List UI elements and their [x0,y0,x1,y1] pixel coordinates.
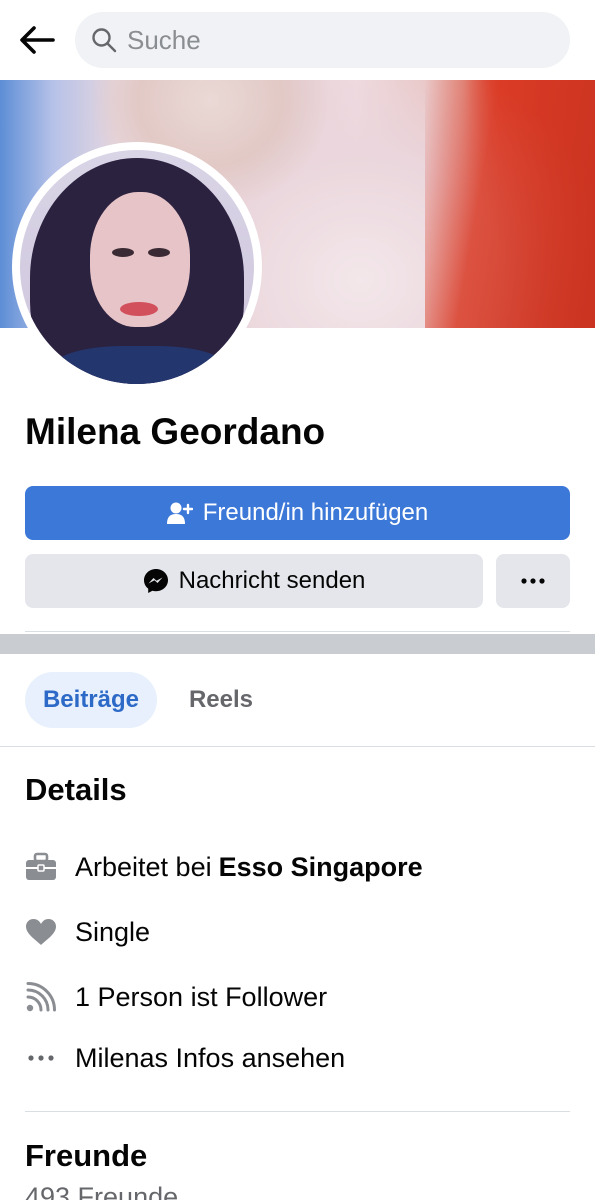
heart-icon [25,916,57,948]
friends-title: Freunde [25,1138,148,1173]
section-separator [0,634,595,654]
more-options-button[interactable] [496,554,570,608]
more-dots-icon [521,578,545,584]
divider [25,631,570,632]
tab-beitraege[interactable]: Beiträge [25,672,157,728]
work-prefix: Arbeitet bei [75,851,212,882]
profile-avatar[interactable] [20,150,254,384]
details-title: Details [25,772,127,807]
avatar-eye-left [112,248,134,257]
avatar-eye-right [148,248,170,257]
work-employer[interactable]: Esso Singapore [219,852,423,883]
back-button[interactable] [14,20,60,60]
relationship-status: Single [75,916,151,947]
rss-icon [25,981,57,1013]
profile-name: Milena Geordano [25,411,326,452]
search-input[interactable] [127,24,507,56]
search-icon [92,28,117,53]
avatar-shirt [50,346,230,384]
followers-text: 1 Person ist Follower [75,981,328,1012]
person-add-icon [166,502,193,524]
arrow-left-icon [20,26,55,54]
send-message-label: Nachricht senden [178,567,366,594]
details-divider [25,1111,570,1112]
briefcase-icon [25,851,57,883]
dots-icon [25,1042,57,1074]
search-bar[interactable] [75,12,570,68]
add-friend-label: Freund/in hinzufügen [202,499,429,526]
top-bar [0,0,595,80]
avatar-lips [120,302,158,316]
add-friend-button[interactable]: Freund/in hinzufügen [25,486,570,540]
messenger-icon [143,569,168,593]
tabs-divider [0,746,595,747]
detail-work: Arbeitet bei Esso Singapore [25,847,423,887]
send-message-button[interactable]: Nachricht senden [25,554,483,608]
friends-count[interactable]: 493 Freunde [25,1182,178,1200]
tab-reels[interactable]: Reels [170,672,272,728]
see-info-label: Milenas Infos ansehen [75,1042,346,1073]
detail-followers[interactable]: 1 Person ist Follower [25,977,327,1017]
see-info-link[interactable]: Milenas Infos ansehen [25,1038,345,1078]
detail-relationship: Single [25,912,150,952]
